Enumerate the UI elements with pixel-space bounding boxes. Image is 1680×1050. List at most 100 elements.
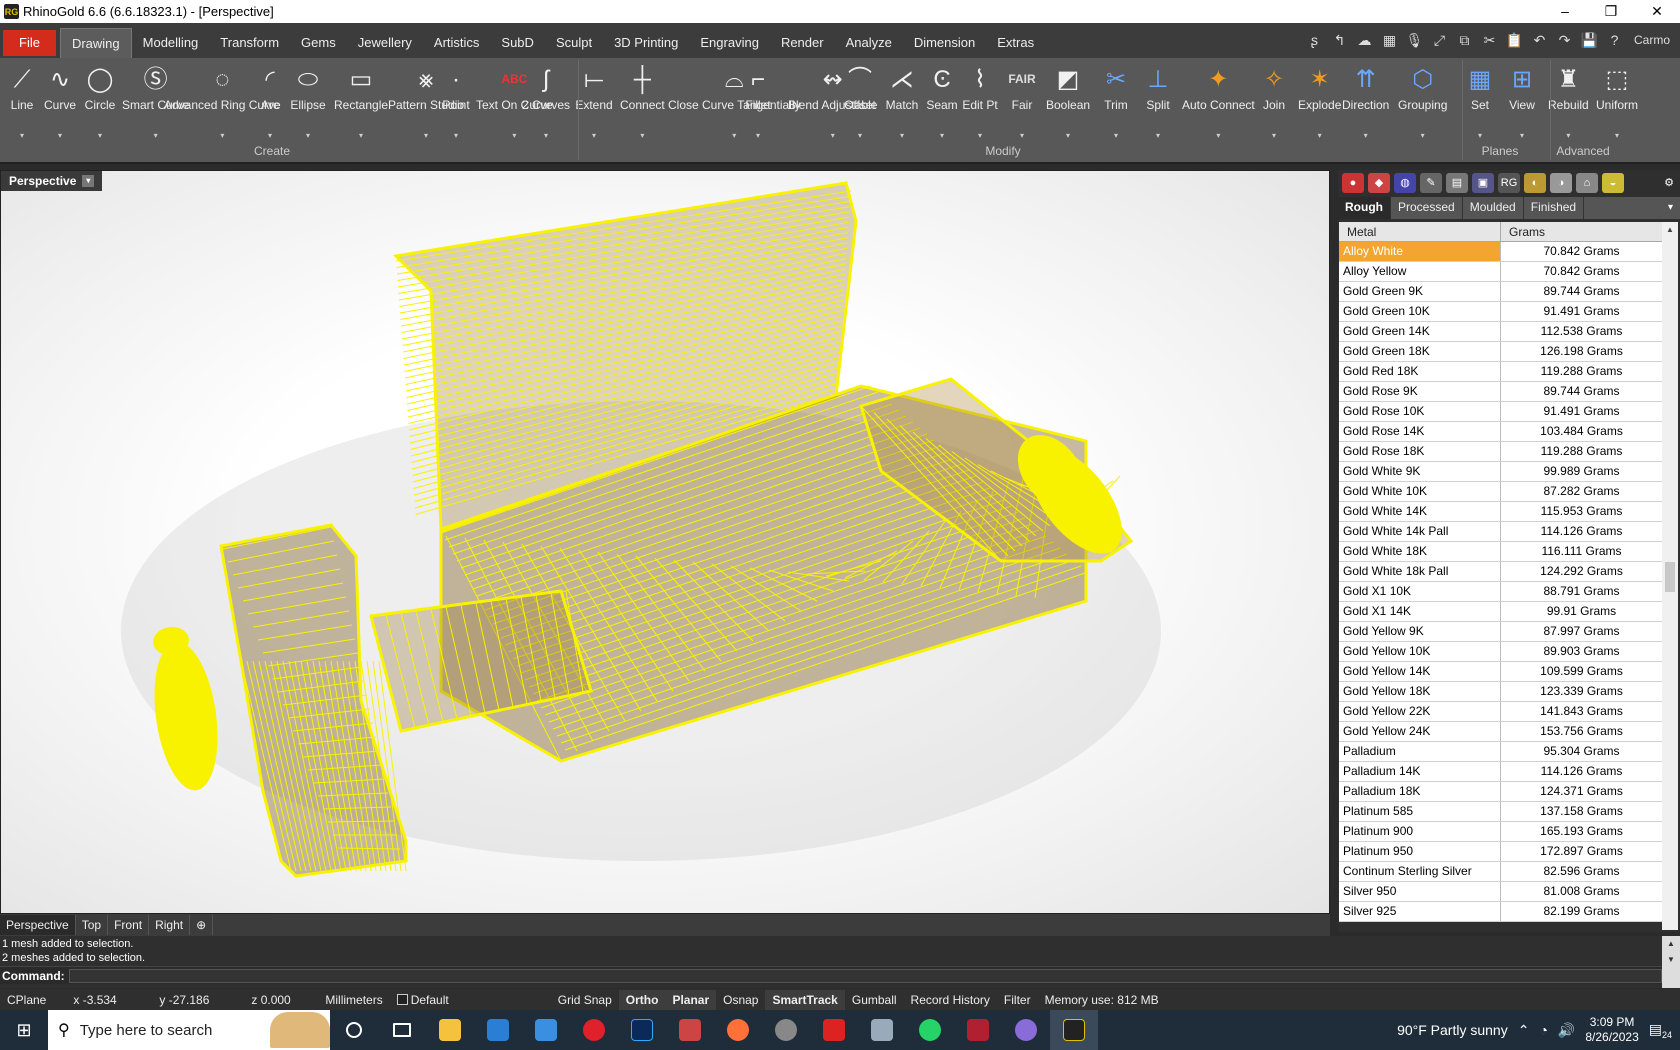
chevron-down-icon[interactable]: ▾ xyxy=(306,129,310,142)
view-button[interactable]: ⊞ View ▾ xyxy=(1502,62,1542,142)
rhino-icon[interactable]: ʂ xyxy=(1303,28,1326,52)
task-view-icon[interactable] xyxy=(378,1010,426,1050)
table-row[interactable]: Palladium 14K 114.126 Grams xyxy=(1339,762,1662,782)
toggle-grid-snap[interactable]: Grid Snap xyxy=(551,990,619,1010)
chevron-down-icon[interactable]: ▾ xyxy=(1520,129,1524,142)
add-viewport-icon[interactable]: ⊕ xyxy=(190,915,214,935)
chevron-down-icon[interactable]: ▾ xyxy=(978,129,982,142)
paste-icon[interactable]: 📋 xyxy=(1503,28,1526,52)
app-icon[interactable] xyxy=(1002,1010,1050,1050)
tab-transform[interactable]: Transform xyxy=(209,28,290,58)
chevron-down-icon[interactable]: ▾ xyxy=(1318,129,1322,142)
app-icon[interactable] xyxy=(954,1010,1002,1050)
table-row[interactable]: Gold Rose 9K 89.744 Grams xyxy=(1339,382,1662,402)
ellipse-button[interactable]: ⬭ Ellipse ▾ xyxy=(288,62,328,142)
command-input[interactable] xyxy=(68,968,1662,983)
subtab-rough[interactable]: Rough xyxy=(1338,197,1391,219)
units-label[interactable]: Millimeters xyxy=(318,990,389,1010)
volume-icon[interactable]: 🔊 xyxy=(1558,1022,1575,1039)
match-button[interactable]: ⋌ Match ▾ xyxy=(882,62,922,142)
chevron-down-icon[interactable]: ▾ xyxy=(1615,129,1619,142)
wireframe-model[interactable] xyxy=(1,171,1330,914)
scroll-up-icon[interactable]: ▲ xyxy=(1662,222,1678,238)
explode-button[interactable]: ✶ Explode ▾ xyxy=(1298,62,1341,142)
set-button[interactable]: ▦ Set ▾ xyxy=(1460,62,1500,142)
chevron-down-icon[interactable]: ▾ xyxy=(1020,129,1024,142)
scroll-down-icon[interactable]: ▼ xyxy=(1662,952,1680,968)
chevron-down-icon[interactable]: ▾ xyxy=(454,129,458,142)
table-row[interactable]: Continum Sterling Silver 82.596 Grams xyxy=(1339,862,1662,882)
scroll-up-icon[interactable]: ▲ xyxy=(1662,936,1680,952)
panel-tool-icon[interactable]: ▣ xyxy=(1472,173,1494,193)
chevron-down-icon[interactable]: ▾ xyxy=(1156,129,1160,142)
fillet-button[interactable]: ⌐ Fillet ▾ xyxy=(738,62,778,142)
tab-modelling[interactable]: Modelling xyxy=(132,28,210,58)
tab-artistics[interactable]: Artistics xyxy=(423,28,491,58)
table-row[interactable]: Gold X1 14K 99.91 Grams xyxy=(1339,602,1662,622)
offset-button[interactable]: ⌒ Offset ▾ xyxy=(840,62,880,142)
gear-icon[interactable]: ⚙ xyxy=(1658,173,1680,193)
table-row[interactable]: Gold White 18k Pall 124.292 Grams xyxy=(1339,562,1662,582)
panel-tool-icon[interactable]: ◒ xyxy=(1602,173,1624,193)
table-row[interactable]: Gold Green 10K 91.491 Grams xyxy=(1339,302,1662,322)
table-row[interactable]: Gold Rose 10K 91.491 Grams xyxy=(1339,402,1662,422)
toggle-smarttrack[interactable]: SmartTrack xyxy=(765,990,845,1010)
perspective-viewport[interactable]: Perspective ▾ xyxy=(0,170,1330,914)
chevron-up-icon[interactable]: ⌃ xyxy=(1518,1022,1530,1039)
close-button[interactable]: ✕ xyxy=(1634,0,1680,23)
column-header-metal[interactable]: Metal xyxy=(1339,222,1501,241)
chevron-down-icon[interactable]: ▾ xyxy=(1272,129,1276,142)
table-row[interactable]: Gold Rose 18K 119.288 Grams xyxy=(1339,442,1662,462)
chevron-down-icon[interactable]: ▾ xyxy=(154,129,158,142)
subtab-finished[interactable]: Finished xyxy=(1524,197,1585,219)
rectangle-button[interactable]: ▭ Rectangle ▾ xyxy=(334,62,388,142)
maximize-button[interactable]: ❐ xyxy=(1588,0,1634,23)
copy-icon[interactable]: ⧉ xyxy=(1453,28,1476,52)
edit-pt-button[interactable]: ⌇ Edit Pt ▾ xyxy=(960,62,1000,142)
save-icon[interactable]: 💾 xyxy=(1578,28,1601,52)
chevron-down-icon[interactable]: ▾ xyxy=(1066,129,1070,142)
panel-tool-icon[interactable]: ◐ xyxy=(1524,173,1546,193)
chevron-down-icon[interactable]: ▾ xyxy=(544,129,548,142)
chevron-down-icon[interactable]: ▾ xyxy=(220,129,224,142)
connect-button[interactable]: ┼ Connect ▾ xyxy=(620,62,665,142)
close-curve-tangentially-button[interactable]: ⌓ Close Curve Tangentially ▾ xyxy=(668,62,801,142)
chevron-down-icon[interactable]: ▾ xyxy=(98,129,102,142)
tab-jewellery[interactable]: Jewellery xyxy=(347,28,423,58)
table-row[interactable]: Platinum 900 165.193 Grams xyxy=(1339,822,1662,842)
viewport-tab-front[interactable]: Front xyxy=(108,915,150,935)
table-row[interactable]: Alloy Yellow 70.842 Grams xyxy=(1339,262,1662,282)
direction-button[interactable]: ⇈ Direction ▾ xyxy=(1342,62,1389,142)
chevron-down-icon[interactable]: ▾ xyxy=(359,129,363,142)
viewport-menu-icon[interactable]: ▾ xyxy=(82,175,95,187)
chevron-down-icon[interactable]: ▾ xyxy=(1566,129,1570,142)
chevron-down-icon[interactable]: ▾ xyxy=(268,129,272,142)
scroll-thumb[interactable] xyxy=(1665,562,1675,592)
tab-3d-printing[interactable]: 3D Printing xyxy=(603,28,689,58)
rhinogold-icon[interactable] xyxy=(1050,1010,1098,1050)
network-icon[interactable]: ◔ xyxy=(1539,1022,1547,1038)
tab-engraving[interactable]: Engraving xyxy=(689,28,770,58)
line-button[interactable]: ⟋ Line ▾ xyxy=(2,62,42,142)
2-curves-button[interactable]: ʃ 2 Curves ▾ xyxy=(522,62,570,142)
table-row[interactable]: Gold Green 14K 112.538 Grams xyxy=(1339,322,1662,342)
table-row[interactable]: Gold Rose 14K 103.484 Grams xyxy=(1339,422,1662,442)
chevron-down-icon[interactable]: ▾ xyxy=(1364,129,1368,142)
cut-icon[interactable]: ✂ xyxy=(1478,28,1501,52)
grouping-button[interactable]: ⬡ Grouping ▾ xyxy=(1398,62,1447,142)
viewport-label[interactable]: Perspective ▾ xyxy=(1,171,103,191)
table-row[interactable]: Silver 950 81.008 Grams xyxy=(1339,882,1662,902)
table-row[interactable]: Gold X1 10K 88.791 Grams xyxy=(1339,582,1662,602)
panel-tool-icon[interactable]: ◍ xyxy=(1394,173,1416,193)
chevron-down-icon[interactable]: ▾ xyxy=(858,129,862,142)
table-row[interactable]: Gold White 18K 116.111 Grams xyxy=(1339,542,1662,562)
table-row[interactable]: Platinum 950 172.897 Grams xyxy=(1339,842,1662,862)
curve-button[interactable]: ∿ Curve ▾ xyxy=(40,62,80,142)
boolean-button[interactable]: ◩ Boolean ▾ xyxy=(1046,62,1090,142)
panel-tool-icon[interactable]: ▤ xyxy=(1446,173,1468,193)
panel-tool-icon[interactable]: ● xyxy=(1342,173,1364,193)
rebuild-button[interactable]: ♜ Rebuild ▾ xyxy=(1548,62,1589,142)
toggle-ortho[interactable]: Ortho xyxy=(618,990,666,1010)
table-row[interactable]: Palladium 18K 124.371 Grams xyxy=(1339,782,1662,802)
split-button[interactable]: ⊥ Split ▾ xyxy=(1138,62,1178,142)
